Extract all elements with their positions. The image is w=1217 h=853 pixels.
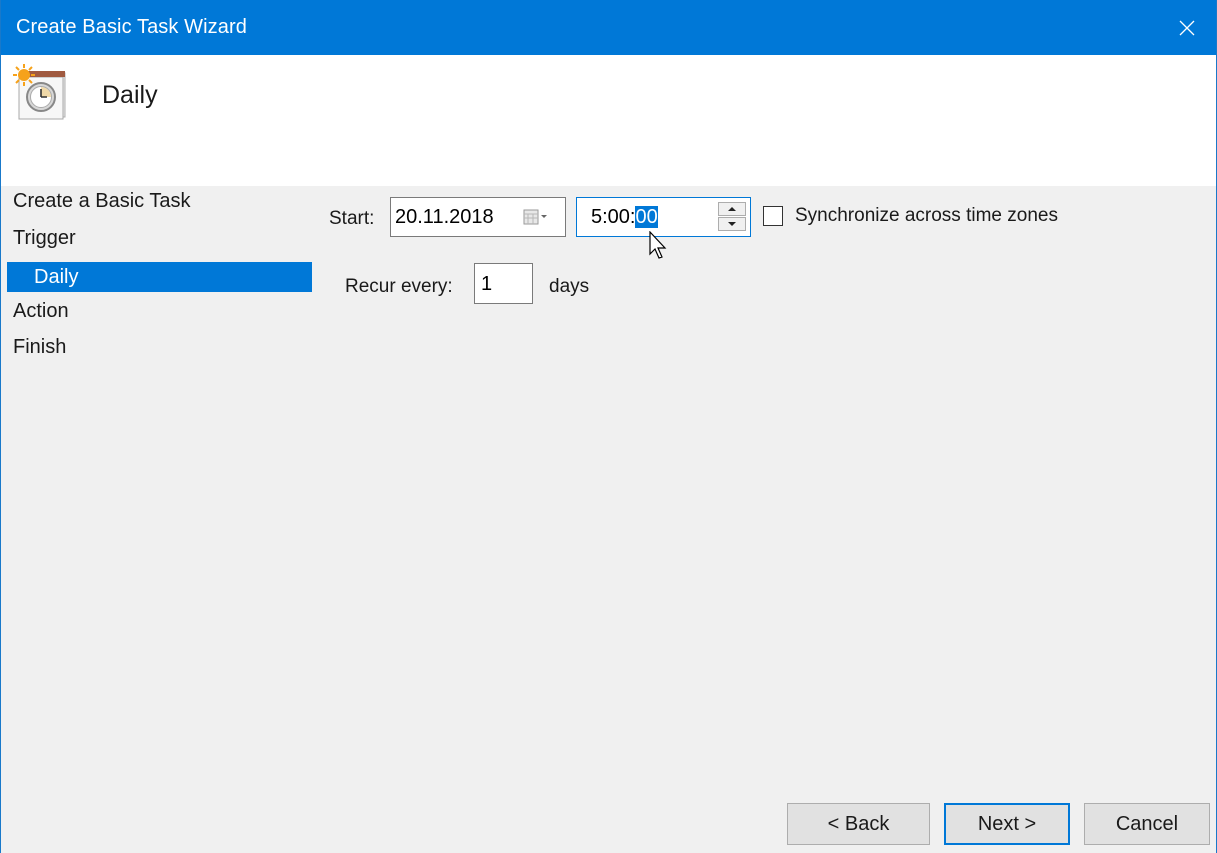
nav-step-label: Action (13, 299, 69, 322)
wizard-header: Daily (1, 55, 1216, 186)
close-icon (1179, 20, 1195, 35)
start-time-value: 5:00:00 (591, 206, 658, 229)
back-button[interactable]: < Back (787, 803, 930, 845)
nav-step-trigger[interactable]: Trigger (7, 223, 312, 260)
sync-time-zones-checkbox[interactable] (763, 206, 783, 226)
start-time-hours-minutes: 5:00: (591, 206, 636, 228)
start-date-value: 20.11.2018 (395, 206, 494, 228)
time-spin-up-button[interactable] (718, 202, 746, 216)
wizard-window: Create Basic Task Wizard Daily Create a … (0, 0, 1217, 853)
sync-time-zones-label[interactable]: Synchronize across time zones (795, 205, 1058, 227)
recur-every-label: Recur every: (345, 276, 453, 297)
recur-days-input[interactable]: 1 (474, 263, 533, 304)
time-spin-down-button[interactable] (718, 217, 746, 231)
nav-step-label: Create a Basic Task (13, 190, 191, 212)
mouse-pointer-icon (649, 231, 667, 259)
nav-step-daily[interactable]: Daily (7, 262, 312, 292)
start-label: Start: (329, 208, 375, 229)
close-button[interactable] (1158, 0, 1216, 55)
next-button[interactable]: Next > (944, 803, 1070, 845)
cancel-button[interactable]: Cancel (1084, 803, 1210, 845)
title-bar[interactable]: Create Basic Task Wizard (1, 0, 1216, 55)
window-title: Create Basic Task Wizard (16, 16, 247, 38)
wizard-steps-nav: Create a Basic Task Trigger Daily Action… (7, 186, 312, 369)
nav-step-label: Daily (34, 266, 79, 288)
nav-step-finish[interactable]: Finish (7, 332, 312, 369)
nav-step-action[interactable]: Action (7, 296, 312, 333)
start-date-picker[interactable]: 20.11.2018 (390, 197, 566, 237)
calendar-dropdown-icon[interactable] (523, 209, 551, 225)
recur-unit-label: days (549, 276, 590, 297)
nav-step-label: Trigger (13, 226, 76, 249)
task-scheduler-clock-sun-icon (13, 64, 66, 120)
page-heading: Daily (102, 81, 158, 109)
start-time-seconds-selected: 00 (635, 206, 658, 228)
arrow-down-icon (728, 222, 736, 226)
nav-step-create-basic-task[interactable]: Create a Basic Task (7, 186, 312, 223)
arrow-up-icon (728, 207, 736, 211)
nav-step-label: Finish (13, 336, 67, 358)
recur-days-value: 1 (481, 273, 493, 295)
